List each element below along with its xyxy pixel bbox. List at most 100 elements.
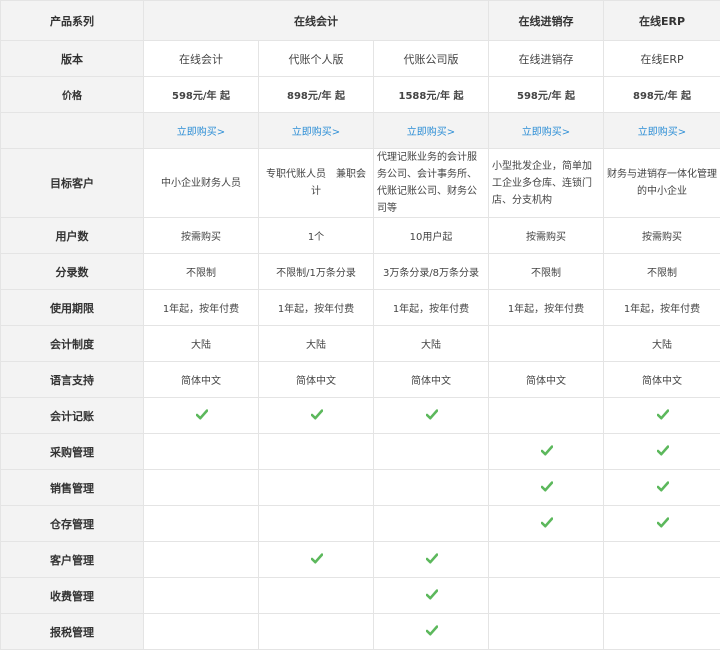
product-comparison-table: 产品系列 在线会计 在线进销存 在线ERP 版本 在线会计 代账个人版 代账公司…: [0, 0, 720, 650]
feature-cell: [259, 542, 374, 578]
checkmark-icon: [657, 481, 668, 492]
feature-cell: [144, 614, 259, 650]
group-online-accounting: 在线会计: [144, 1, 489, 41]
checkmark-icon: [657, 445, 668, 456]
checkmark-icon: [426, 409, 437, 420]
entries-cell: 3万条分录/8万条分录: [374, 254, 489, 290]
feature-cell: [374, 614, 489, 650]
feature-cell: [259, 506, 374, 542]
entries-cell: 不限制: [489, 254, 604, 290]
buy-row-label: [1, 113, 144, 149]
buy-now-link[interactable]: 立即购买>: [177, 127, 225, 138]
feature-cell: [144, 398, 259, 434]
accounting-system-cell: 大陆: [144, 326, 259, 362]
term-row: 使用期限 1年起，按年付费 1年起，按年付费 1年起，按年付费 1年起，按年付费…: [1, 290, 720, 326]
accounting-system-row: 会计制度 大陆 大陆 大陆 大陆: [1, 326, 720, 362]
feature-row: 会计记账: [1, 398, 720, 434]
entries-cell: 不限制/1万条分录: [259, 254, 374, 290]
price-cell: 898元/年 起: [259, 77, 374, 113]
series-header-row: 产品系列 在线会计 在线进销存 在线ERP: [1, 1, 720, 41]
target-customer-cell: 小型批发企业，简单加工企业多仓库、连锁门店、分支机构: [489, 149, 604, 218]
feature-cell: [259, 398, 374, 434]
feature-cell: [489, 398, 604, 434]
feature-cell: [489, 470, 604, 506]
feature-label: 收费管理: [1, 578, 144, 614]
target-customer-row: 目标客户 中小企业财务人员 专职代账人员 兼职会计 代理记账业务的会计服务公司、…: [1, 149, 720, 218]
users-cell: 1个: [259, 218, 374, 254]
price-cell: 1588元/年 起: [374, 77, 489, 113]
term-cell: 1年起，按年付费: [259, 290, 374, 326]
feature-cell: [259, 434, 374, 470]
price-row: 价格 598元/年 起 898元/年 起 1588元/年 起 598元/年 起 …: [1, 77, 720, 113]
accounting-system-cell: 大陆: [259, 326, 374, 362]
buy-cell: 立即购买>: [144, 113, 259, 149]
term-label: 使用期限: [1, 290, 144, 326]
accounting-system-cell: 大陆: [374, 326, 489, 362]
language-cell: 简体中文: [144, 362, 259, 398]
term-cell: 1年起，按年付费: [144, 290, 259, 326]
checkmark-icon: [196, 409, 207, 420]
feature-row: 收费管理: [1, 578, 720, 614]
feature-cell: [489, 506, 604, 542]
series-label: 产品系列: [1, 1, 144, 41]
checkmark-icon: [311, 553, 322, 564]
price-cell: 898元/年 起: [604, 77, 720, 113]
target-customer-cell: 代理记账业务的会计服务公司、会计事务所、代账记账公司、财务公司等: [374, 149, 489, 218]
feature-cell: [374, 470, 489, 506]
feature-cell: [144, 542, 259, 578]
feature-cell: [374, 506, 489, 542]
term-cell: 1年起，按年付费: [604, 290, 720, 326]
feature-cell: [374, 434, 489, 470]
entries-row: 分录数 不限制 不限制/1万条分录 3万条分录/8万条分录 不限制 不限制: [1, 254, 720, 290]
feature-label: 仓存管理: [1, 506, 144, 542]
language-cell: 简体中文: [604, 362, 720, 398]
version-cell: 在线会计: [144, 41, 259, 77]
checkmark-icon: [541, 481, 552, 492]
target-customer-cell: 财务与进销存一体化管理的中小企业: [604, 149, 720, 218]
feature-label: 客户管理: [1, 542, 144, 578]
feature-label: 报税管理: [1, 614, 144, 650]
checkmark-icon: [541, 445, 552, 456]
feature-cell: [374, 542, 489, 578]
version-label: 版本: [1, 41, 144, 77]
version-cell: 代账个人版: [259, 41, 374, 77]
buy-row: 立即购买> 立即购买> 立即购买> 立即购买> 立即购买>: [1, 113, 720, 149]
price-cell: 598元/年 起: [489, 77, 604, 113]
price-cell: 598元/年 起: [144, 77, 259, 113]
users-cell: 按需购买: [144, 218, 259, 254]
feature-cell: [144, 578, 259, 614]
target-customer-label: 目标客户: [1, 149, 144, 218]
feature-cell: [374, 398, 489, 434]
feature-cell: [374, 578, 489, 614]
entries-cell: 不限制: [144, 254, 259, 290]
language-cell: 简体中文: [374, 362, 489, 398]
checkmark-icon: [426, 625, 437, 636]
checkmark-icon: [426, 589, 437, 600]
checkmark-icon: [426, 553, 437, 564]
feature-row: 销售管理: [1, 470, 720, 506]
feature-cell: [489, 578, 604, 614]
group-online-erp: 在线ERP: [604, 1, 720, 41]
language-cell: 简体中文: [259, 362, 374, 398]
feature-cell: [489, 614, 604, 650]
target-customer-cell: 专职代账人员 兼职会计: [259, 149, 374, 218]
buy-now-link[interactable]: 立即购买>: [522, 127, 570, 138]
feature-cell: [144, 470, 259, 506]
feature-cell: [144, 434, 259, 470]
buy-cell: 立即购买>: [489, 113, 604, 149]
entries-label: 分录数: [1, 254, 144, 290]
buy-cell: 立即购买>: [604, 113, 720, 149]
version-row: 版本 在线会计 代账个人版 代账公司版 在线进销存 在线ERP: [1, 41, 720, 77]
buy-now-link[interactable]: 立即购买>: [638, 127, 686, 138]
feature-cell: [144, 506, 259, 542]
accounting-system-label: 会计制度: [1, 326, 144, 362]
buy-now-link[interactable]: 立即购买>: [407, 127, 455, 138]
language-row: 语言支持 简体中文 简体中文 简体中文 简体中文 简体中文: [1, 362, 720, 398]
buy-now-link[interactable]: 立即购买>: [292, 127, 340, 138]
feature-label: 会计记账: [1, 398, 144, 434]
feature-row: 客户管理: [1, 542, 720, 578]
checkmark-icon: [541, 517, 552, 528]
feature-cell: [489, 434, 604, 470]
feature-row: 采购管理: [1, 434, 720, 470]
feature-cell: [604, 542, 720, 578]
